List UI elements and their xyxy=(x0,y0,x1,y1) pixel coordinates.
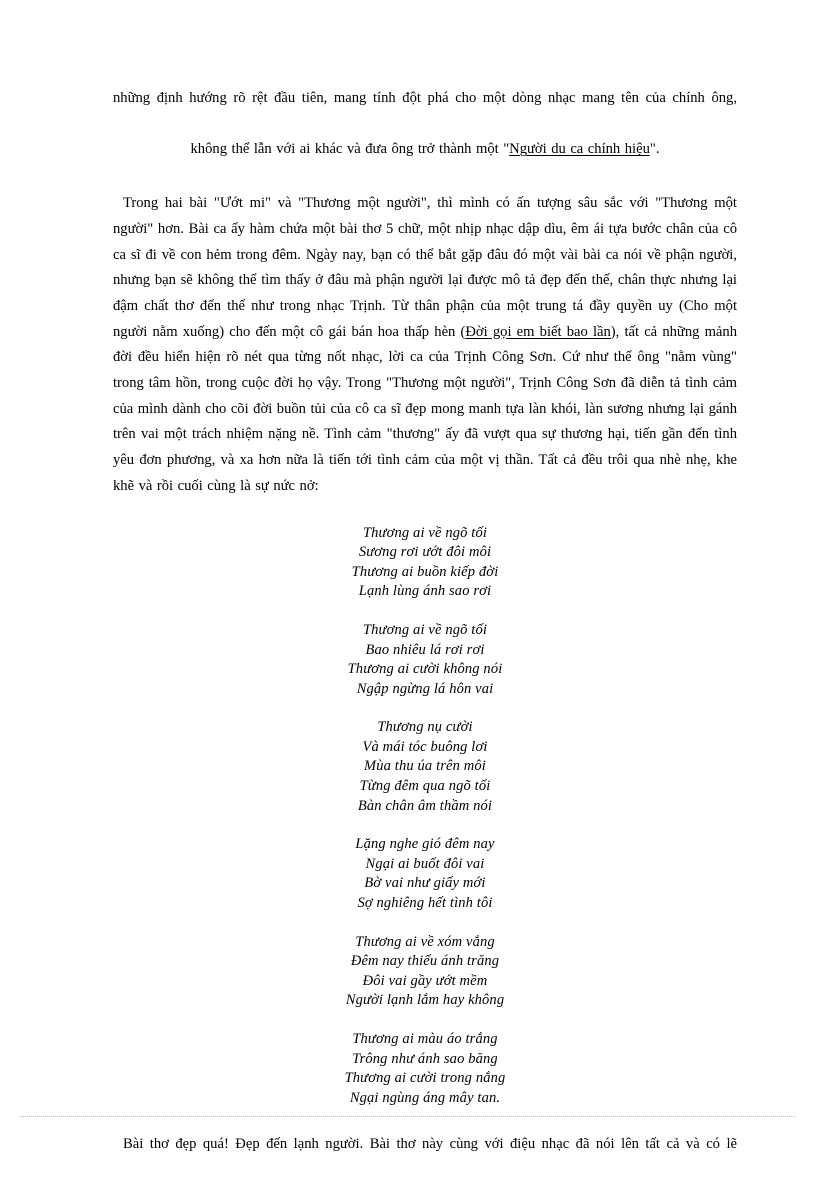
poem-line: Sợ nghiêng hết tình tôi xyxy=(357,895,493,912)
poem-stanza: Thương ai về xóm vắng Đêm nay thiếu ánh … xyxy=(113,933,737,1011)
document-page: những định hướng rõ rệt đầu tiên, mang t… xyxy=(0,0,816,1152)
poem-line: Mùa thu úa trên môi xyxy=(364,758,486,775)
poem-line: Lạnh lùng ánh sao rơi xyxy=(358,583,492,600)
paragraph-intro-line-2-suffix: ". xyxy=(649,141,660,158)
poem-line: Thương nụ cười xyxy=(377,719,473,736)
document-content: những định hướng rõ rệt đầu tiên, mang t… xyxy=(113,86,737,1184)
poem-line: Bờ vai như giấy mới xyxy=(364,875,486,892)
poem-line: Thương ai cười trong nắng xyxy=(344,1070,506,1087)
poem-block: Thương ai về ngõ tối Sương rơi ướt đôi m… xyxy=(113,524,737,1109)
poem-stanza: Thương ai về ngõ tối Sương rơi ướt đôi m… xyxy=(113,524,737,602)
poem-line: Thương ai về xóm vắng xyxy=(355,933,495,950)
paragraph-closing: Bài thơ đẹp quá! Đẹp đến lạnh người. Bài… xyxy=(113,1132,737,1183)
poem-line: Thương ai về ngõ tối xyxy=(362,524,488,541)
poem-stanza: Lặng nghe gió đêm nay Ngại ai buốt đôi v… xyxy=(113,835,737,913)
poem-line: Người lạnh lắm hay không xyxy=(345,992,505,1009)
paragraph-closing-text: Bài thơ đẹp quá! Đẹp đến lạnh người. Bài… xyxy=(123,1136,737,1153)
poem-line: Thương ai cười không nói xyxy=(347,661,503,678)
inline-link-nguoi-du-ca[interactable]: Người du ca chính hiệu xyxy=(509,141,650,157)
paragraph-main-segment-2: ), tất cả những mảnh đời đều hiển hiện r… xyxy=(113,323,738,494)
poem-stanza: Thương nụ cười Và mái tóc buông lơi Mùa … xyxy=(113,718,737,816)
poem-line: Ngại ai buốt đôi vai xyxy=(365,855,485,872)
poem-line: Ngại ngùng áng mây tan. xyxy=(349,1089,501,1106)
poem-line: Đêm nay thiếu ánh trăng xyxy=(350,953,500,970)
poem-line: Thương ai màu áo trắng xyxy=(352,1031,498,1048)
poem-line: Lặng nghe gió đêm nay xyxy=(355,836,495,853)
paragraph-intro: những định hướng rõ rệt đầu tiên, mang t… xyxy=(113,86,737,163)
paragraph-main-segment-1: Trong hai bài "Ướt mi" và "Thương một ng… xyxy=(113,195,737,340)
poem-line: Đôi vai gầy ướt mềm xyxy=(362,972,488,989)
paragraph-intro-line-1: những định hướng rõ rệt đầu tiên, mang t… xyxy=(113,90,737,106)
footer-divider xyxy=(20,1116,796,1117)
inline-link-doi-goi-em-biet-bao-lan[interactable]: Đời gọi em biết bao lần xyxy=(465,324,610,340)
poem-line: Thương ai buồn kiếp đời xyxy=(351,563,499,580)
poem-line: Bao nhiêu lá rơi rơi xyxy=(365,641,485,658)
poem-line: Sương rơi ướt đôi môi xyxy=(358,544,492,561)
poem-stanza: Thương ai màu áo trắng Trông như ánh sao… xyxy=(113,1030,737,1108)
paragraph-intro-line-2-prefix: không thể lẫn với ai khác và đưa ông trở… xyxy=(190,141,510,158)
poem-line: Từng đêm qua ngõ tối xyxy=(359,778,491,795)
poem-line: Bàn chân âm thầm nói xyxy=(357,797,493,814)
poem-stanza: Thương ai về ngõ tối Bao nhiêu lá rơi rơ… xyxy=(113,621,737,699)
paragraph-main: Trong hai bài "Ướt mi" và "Thương một ng… xyxy=(113,191,737,499)
poem-line: Thương ai về ngõ tối xyxy=(362,621,488,638)
poem-line: Ngập ngừng lá hôn vai xyxy=(356,680,494,697)
paragraph-intro-line-2: không thể lẫn với ai khác và đưa ông trở… xyxy=(113,137,737,163)
poem-line: Và mái tóc buông lơi xyxy=(362,738,488,755)
poem-line: Trông như ánh sao băng xyxy=(352,1050,498,1067)
